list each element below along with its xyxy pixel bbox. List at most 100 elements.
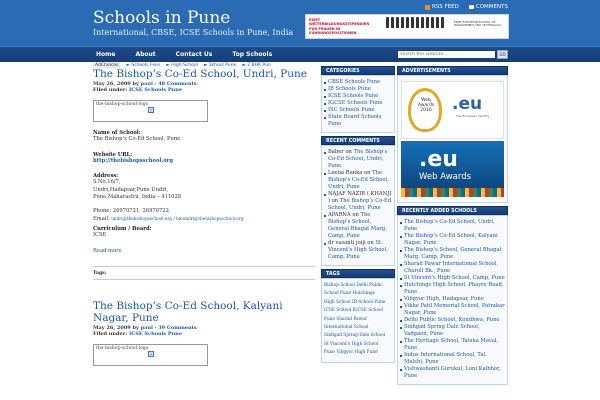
broken-image-icon: ? <box>148 107 154 113</box>
tag-cloud: Bishop School Delhi Public School Pune H… <box>321 278 395 363</box>
recent-school-item[interactable]: The Bishop’s School, General Bhagat Marg… <box>400 247 505 261</box>
post-title[interactable]: The Bishop’s Co-Ed School, Kalyani Nagar… <box>93 300 315 324</box>
tag-link[interactable]: High School IB School Pune <box>324 299 392 307</box>
bullet-icon <box>400 306 402 308</box>
categories-heading: CATEGORIES <box>321 66 395 75</box>
post-category-link[interactable]: ICSE Schools Pune <box>129 331 182 337</box>
sidebar-left: CATEGORIES CBSE Schools Pune IB Schools … <box>321 66 395 366</box>
search-button[interactable]: GO <box>497 50 508 59</box>
header-banner-ad[interactable]: ESMT WEITERBILDUNGSSTIPENDIEN FÜR FRAUEN… <box>305 14 509 39</box>
school-logo-image: the-bishop-school-logo ? <box>93 100 208 122</box>
recent-school-item[interactable]: Sinhgad Spring Dale School, Vadgaon, Pun… <box>400 324 505 338</box>
recently-added-heading: RECENTLY ADDED SCHOOLS <box>397 206 508 215</box>
recent-school-item[interactable]: Vibgyor High, Hadapsar, Pune <box>400 296 505 303</box>
header-links: RSS FEED COMMENTS <box>424 4 508 10</box>
ad-link-schools-fees[interactable]: ► Schools Fees <box>126 63 160 68</box>
post-category-link[interactable]: ICSE Schools Pune <box>129 87 182 93</box>
recent-school-item[interactable]: St Vincent’s High School, Camp, Pune <box>400 275 505 282</box>
bullet-icon <box>400 355 402 357</box>
recent-comment-item: dr vasanti joiji on St. Vincent’s High S… <box>324 240 392 261</box>
post-2: The Bishop’s Co-Ed School, Kalyani Nagar… <box>93 300 315 366</box>
site-title[interactable]: Schools in Pune <box>93 8 230 28</box>
tags-heading: TAGS <box>321 269 395 278</box>
recent-school-item[interactable]: Hutchings High School, Phayre Road, Pune <box>400 282 505 296</box>
recent-school-item[interactable]: Delhi Public School, Kondhwa, Pune <box>400 317 505 324</box>
nav-top-schools[interactable]: Top Schools <box>222 51 282 58</box>
bullet-icon <box>400 264 402 266</box>
eu-web-awards-banner-ad[interactable]: .eu Web Awards <box>401 141 504 197</box>
category-item[interactable]: IB Schools Pune <box>324 86 392 93</box>
recent-comment-post-link[interactable]: The Bishop’s Co-Ed School, Undri, Pune <box>328 198 391 211</box>
recent-comment-item: Baber on The Bishop’s Co-Ed School, Undr… <box>324 149 392 170</box>
recent-school-item[interactable]: Sharad Pawar International School, Charo… <box>400 261 505 275</box>
eu-tagline: The European identity <box>456 114 490 118</box>
recent-school-item[interactable]: The Bishop’s Co-Ed School, Undri, Pune <box>400 219 505 233</box>
tag-link[interactable]: St Vincent’s High School <box>324 341 392 349</box>
category-item[interactable]: CBSE Schools Pune <box>324 79 392 86</box>
eu-logo: .eu <box>419 147 458 172</box>
nav-about[interactable]: About <box>125 51 165 58</box>
tag-link[interactable]: Sinhgad Spring Dale School <box>324 332 392 340</box>
recent-school-item[interactable]: Vishwashanti Gurukul, Loni Kalbhor, Pune <box>400 366 505 380</box>
recent-comments-widget: Baber on The Bishop’s Co-Ed School, Undr… <box>321 145 395 266</box>
tag-link[interactable]: Pune Sharad Pawar <box>324 316 392 324</box>
school-logo-image: the-bishop-school-logo ? <box>93 343 208 366</box>
tag-link[interactable]: International School <box>324 324 392 332</box>
post-title[interactable]: The Bishop’s Co-Ed School, Undri, Pune <box>93 68 315 80</box>
tag-link[interactable]: Pune Vibgyor High Pune <box>324 349 392 357</box>
post-filed-under: Filed under: ICSE Schools Pune <box>93 87 183 93</box>
email-text: Email: undri@thebishopsschool.org / bmun… <box>93 216 244 222</box>
nav-home[interactable]: Home <box>86 51 125 58</box>
eu-web-awards-ad[interactable]: Web Awards 2016 .eu The European identit… <box>401 81 504 139</box>
crowd-image <box>401 188 504 197</box>
recent-school-item[interactable]: Vikhe Patil Memorial School, Patrakar Na… <box>400 303 505 317</box>
address-line-2: Undri,Hadapsar,Pune Undri, <box>93 186 169 193</box>
phone-text: Phone: 26970721, 26970722 <box>93 207 169 214</box>
tag-link[interactable]: Bishop School Delhi Public School Pune H… <box>324 282 392 299</box>
bullet-icon <box>324 152 326 154</box>
bullet-icon <box>324 110 326 112</box>
bullet-icon <box>324 103 326 105</box>
post-tags: Tags: <box>93 270 107 276</box>
bullet-icon <box>324 215 326 217</box>
email-link[interactable]: undri@thebishopsschool.org / bmundri@the… <box>111 216 243 221</box>
recent-comment-item: Leena Ranka on The Bishop’s Co-Ed School… <box>324 170 392 191</box>
recent-school-item[interactable]: The Bishop’s Co-Ed School, Kalyani Nagar… <box>400 233 505 247</box>
post-divider <box>93 278 315 280</box>
ad-link-high-school[interactable]: ► High School <box>166 63 198 68</box>
comments-feed-link[interactable]: COMMENTS <box>468 4 508 10</box>
tag-link[interactable]: ICSE School IGCSE School <box>324 307 392 315</box>
website-link[interactable]: http://thebishopsschool.org <box>93 158 315 166</box>
category-item[interactable]: IGCSE Schools Pune <box>324 100 392 107</box>
name-value: The Bishop’s Co-Ed School, Pune <box>93 136 181 142</box>
sidebar-right: ADVERTISEMENTS Web Awards 2016 .eu The E… <box>397 66 508 388</box>
recent-school-item[interactable]: The Heritage School, Taluka Maval, Pune <box>400 338 505 352</box>
banner-people-image <box>386 17 448 29</box>
ad-link-2bhk-pune[interactable]: ► 2 BHK Pun <box>242 63 270 68</box>
nav-contact-us[interactable]: Contact Us <box>166 51 223 58</box>
category-item[interactable]: ISC Schools Pune <box>324 107 392 114</box>
nav-items: Home About Contact Us Top Schools <box>86 47 282 62</box>
categories-widget: CBSE Schools Pune IB Schools Pune ICSE S… <box>321 75 395 133</box>
read-more-link[interactable]: Read more <box>93 248 315 254</box>
rss-feed-label: RSS FEED <box>431 4 459 10</box>
bullet-icon <box>324 89 326 91</box>
advertisements-heading: ADVERTISEMENTS <box>397 66 508 75</box>
bullet-icon <box>400 285 402 287</box>
search-input[interactable] <box>397 50 496 59</box>
address-line-1: S.No.16/7, <box>93 179 121 185</box>
adchoices-label[interactable]: AdChoices <box>93 62 121 68</box>
category-item[interactable]: ICSE Schools Pune <box>324 93 392 100</box>
recent-comment-item: APARNA on The Bishop’s School, General B… <box>324 212 392 240</box>
bullet-icon <box>400 341 402 343</box>
rss-icon <box>424 4 430 10</box>
category-item[interactable]: State Board Schools Pune <box>324 114 392 128</box>
bullet-icon <box>324 243 326 245</box>
rss-feed-link[interactable]: RSS FEED <box>424 4 459 10</box>
ad-link-school-pune[interactable]: ► School Pune <box>204 63 236 68</box>
main-content: AdChoices ► Schools Fees ► High School ►… <box>93 62 315 400</box>
post-1: The Bishop’s Co-Ed School, Undri, Pune M… <box>93 68 315 280</box>
banner-left-text: ESMT WEITERBILDUNGSSTIPENDIEN FÜR FRAUEN… <box>309 18 370 35</box>
recent-school-item[interactable]: Indus International School, Tal. Mulshi,… <box>400 352 505 366</box>
banner-right-text: ESMT EUROPEAN SCHOOL OF MANAGEMENT AND T… <box>454 20 502 28</box>
